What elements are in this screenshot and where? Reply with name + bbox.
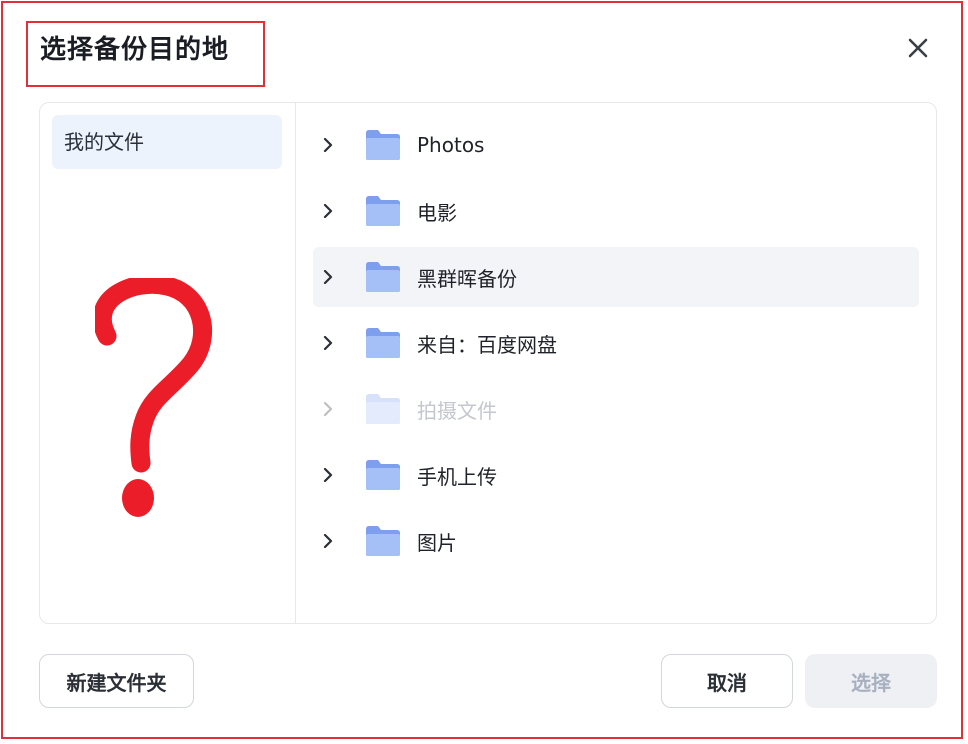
folder-icon xyxy=(366,460,400,490)
sidebar: 我的文件 xyxy=(40,103,296,623)
question-mark-doodle xyxy=(95,278,213,517)
chevron-right-icon xyxy=(323,402,337,416)
folder-icon xyxy=(366,196,400,226)
folder-icon xyxy=(366,262,400,292)
dialog-title: 选择备份目的地 xyxy=(40,35,230,65)
folder-name: 图片 xyxy=(417,530,457,555)
cancel-button[interactable]: 取消 xyxy=(661,654,793,708)
folder-name: 拍摄文件 xyxy=(417,398,497,423)
folder-icon xyxy=(366,526,400,556)
folder-name: 黑群晖备份 xyxy=(417,266,517,291)
folder-name: 来自：百度网盘 xyxy=(417,332,557,357)
folder-icon xyxy=(366,394,400,424)
folder-name: 电影 xyxy=(417,200,457,225)
folder-name: 手机上传 xyxy=(417,464,497,489)
close-button[interactable] xyxy=(902,32,934,64)
new-folder-button[interactable]: 新建文件夹 xyxy=(39,654,194,708)
chevron-right-icon[interactable] xyxy=(323,534,337,548)
chevron-right-icon[interactable] xyxy=(323,204,337,218)
folder-row-pictures[interactable]: 图片 xyxy=(313,511,919,571)
close-icon xyxy=(908,38,928,58)
folder-row-shot-files: 拍摄文件 xyxy=(313,379,919,439)
folder-icon xyxy=(366,130,400,160)
chevron-right-icon[interactable] xyxy=(323,270,337,284)
select-button[interactable]: 选择 xyxy=(805,654,937,708)
folder-row-nas-backup[interactable]: 黑群晖备份 xyxy=(313,247,919,307)
folder-row-phone-upload[interactable]: 手机上传 xyxy=(313,445,919,505)
file-browser-panel: 我的文件 Photos 电影 黑群晖备份 来自：百度网盘 拍摄文件 手机上传 图… xyxy=(39,102,937,624)
chevron-right-icon[interactable] xyxy=(323,138,337,152)
folder-icon xyxy=(366,328,400,358)
folder-list: Photos 电影 黑群晖备份 来自：百度网盘 拍摄文件 手机上传 图片 xyxy=(313,115,919,577)
folder-row-photos[interactable]: Photos xyxy=(313,115,919,175)
folder-row-baidu[interactable]: 来自：百度网盘 xyxy=(313,313,919,373)
sidebar-item-my-files[interactable]: 我的文件 xyxy=(52,115,282,169)
chevron-right-icon[interactable] xyxy=(323,468,337,482)
chevron-right-icon[interactable] xyxy=(323,336,337,350)
folder-name: Photos xyxy=(417,133,485,157)
folder-row-movies[interactable]: 电影 xyxy=(313,181,919,241)
